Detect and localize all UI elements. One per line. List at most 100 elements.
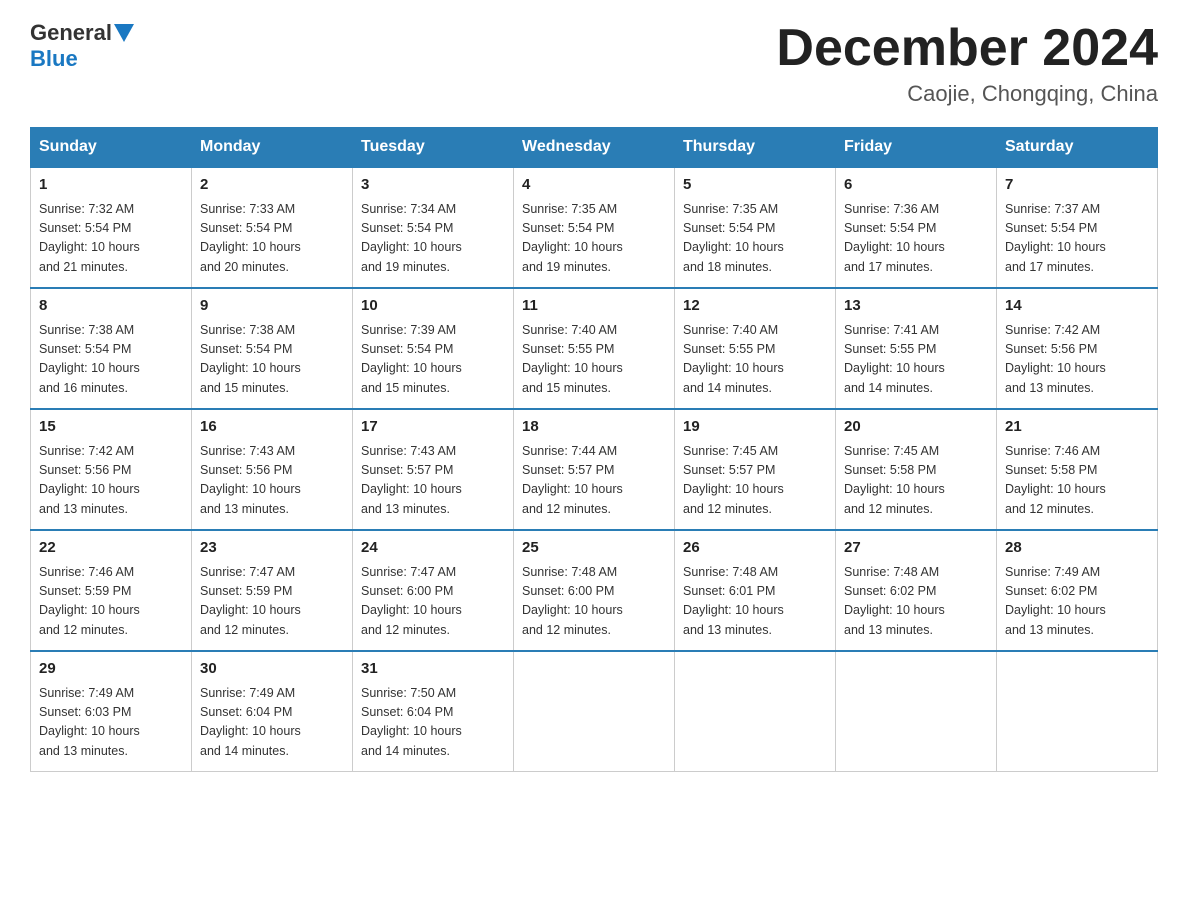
calendar-cell: 28 Sunrise: 7:49 AM Sunset: 6:02 PM Dayli… <box>997 530 1158 651</box>
calendar-header-row: SundayMondayTuesdayWednesdayThursdayFrid… <box>31 128 1158 168</box>
day-info: Sunrise: 7:48 AM Sunset: 6:01 PM Dayligh… <box>683 563 827 641</box>
day-info: Sunrise: 7:33 AM Sunset: 5:54 PM Dayligh… <box>200 200 344 278</box>
day-number: 11 <box>522 295 666 318</box>
logo-arrow-icon <box>114 24 134 42</box>
day-number: 21 <box>1005 416 1149 439</box>
day-info: Sunrise: 7:35 AM Sunset: 5:54 PM Dayligh… <box>683 200 827 278</box>
header-wednesday: Wednesday <box>514 128 675 168</box>
day-info: Sunrise: 7:45 AM Sunset: 5:57 PM Dayligh… <box>683 442 827 520</box>
day-number: 12 <box>683 295 827 318</box>
calendar-cell: 6Sunrise: 7:36 AM Sunset: 5:54 PM Daylig… <box>836 167 997 288</box>
day-number: 19 <box>683 416 827 439</box>
day-info: Sunrise: 7:41 AM Sunset: 5:55 PM Dayligh… <box>844 321 988 399</box>
day-info: Sunrise: 7:38 AM Sunset: 5:54 PM Dayligh… <box>200 321 344 399</box>
day-info: Sunrise: 7:50 AM Sunset: 6:04 PM Dayligh… <box>361 684 505 762</box>
day-number: 30 <box>200 658 344 681</box>
day-info: Sunrise: 7:45 AM Sunset: 5:58 PM Dayligh… <box>844 442 988 520</box>
calendar-cell: 31 Sunrise: 7:50 AM Sunset: 6:04 PM Dayli… <box>353 651 514 772</box>
calendar-cell: 12 Sunrise: 7:40 AM Sunset: 5:55 PM Dayli… <box>675 288 836 409</box>
calendar-cell: 19 Sunrise: 7:45 AM Sunset: 5:57 PM Dayli… <box>675 409 836 530</box>
day-number: 5 <box>683 174 827 197</box>
day-info: Sunrise: 7:49 AM Sunset: 6:03 PM Dayligh… <box>39 684 183 762</box>
day-info: Sunrise: 7:35 AM Sunset: 5:54 PM Dayligh… <box>522 200 666 278</box>
calendar-cell: 14 Sunrise: 7:42 AM Sunset: 5:56 PM Dayli… <box>997 288 1158 409</box>
day-number: 7 <box>1005 174 1149 197</box>
logo-blue-text: Blue <box>30 46 78 72</box>
calendar-cell <box>997 651 1158 772</box>
day-info: Sunrise: 7:36 AM Sunset: 5:54 PM Dayligh… <box>844 200 988 278</box>
calendar-cell <box>836 651 997 772</box>
day-number: 13 <box>844 295 988 318</box>
calendar-cell: 5 Sunrise: 7:35 AM Sunset: 5:54 PM Daylig… <box>675 167 836 288</box>
calendar-cell: 21 Sunrise: 7:46 AM Sunset: 5:58 PM Dayli… <box>997 409 1158 530</box>
calendar-cell <box>514 651 675 772</box>
title-area: December 2024 Caojie, Chongqing, China <box>776 20 1158 107</box>
day-info: Sunrise: 7:39 AM Sunset: 5:54 PM Dayligh… <box>361 321 505 399</box>
day-number: 1 <box>39 174 183 197</box>
calendar-cell: 16Sunrise: 7:43 AM Sunset: 5:56 PM Dayli… <box>192 409 353 530</box>
header-tuesday: Tuesday <box>353 128 514 168</box>
header-saturday: Saturday <box>997 128 1158 168</box>
day-number: 18 <box>522 416 666 439</box>
day-number: 22 <box>39 537 183 560</box>
day-number: 20 <box>844 416 988 439</box>
day-info: Sunrise: 7:42 AM Sunset: 5:56 PM Dayligh… <box>1005 321 1149 399</box>
calendar-cell: 25Sunrise: 7:48 AM Sunset: 6:00 PM Dayli… <box>514 530 675 651</box>
day-number: 2 <box>200 174 344 197</box>
calendar-week-4: 22 Sunrise: 7:46 AM Sunset: 5:59 PM Dayli… <box>31 530 1158 651</box>
calendar-cell: 4Sunrise: 7:35 AM Sunset: 5:54 PM Daylig… <box>514 167 675 288</box>
day-number: 26 <box>683 537 827 560</box>
day-info: Sunrise: 7:32 AM Sunset: 5:54 PM Dayligh… <box>39 200 183 278</box>
day-info: Sunrise: 7:38 AM Sunset: 5:54 PM Dayligh… <box>39 321 183 399</box>
calendar-cell: 18Sunrise: 7:44 AM Sunset: 5:57 PM Dayli… <box>514 409 675 530</box>
month-title: December 2024 <box>776 20 1158 77</box>
calendar-cell: 24 Sunrise: 7:47 AM Sunset: 6:00 PM Dayli… <box>353 530 514 651</box>
day-info: Sunrise: 7:48 AM Sunset: 6:02 PM Dayligh… <box>844 563 988 641</box>
calendar-cell: 17Sunrise: 7:43 AM Sunset: 5:57 PM Dayli… <box>353 409 514 530</box>
day-info: Sunrise: 7:34 AM Sunset: 5:54 PM Dayligh… <box>361 200 505 278</box>
day-number: 27 <box>844 537 988 560</box>
header-friday: Friday <box>836 128 997 168</box>
calendar-cell: 11 Sunrise: 7:40 AM Sunset: 5:55 PM Dayli… <box>514 288 675 409</box>
calendar-week-5: 29 Sunrise: 7:49 AM Sunset: 6:03 PM Dayli… <box>31 651 1158 772</box>
day-info: Sunrise: 7:40 AM Sunset: 5:55 PM Dayligh… <box>683 321 827 399</box>
calendar-cell: 13 Sunrise: 7:41 AM Sunset: 5:55 PM Dayli… <box>836 288 997 409</box>
calendar-cell: 23Sunrise: 7:47 AM Sunset: 5:59 PM Dayli… <box>192 530 353 651</box>
calendar-cell: 20 Sunrise: 7:45 AM Sunset: 5:58 PM Dayli… <box>836 409 997 530</box>
calendar-cell: 10 Sunrise: 7:39 AM Sunset: 5:54 PM Dayli… <box>353 288 514 409</box>
calendar-cell: 30 Sunrise: 7:49 AM Sunset: 6:04 PM Dayli… <box>192 651 353 772</box>
day-info: Sunrise: 7:40 AM Sunset: 5:55 PM Dayligh… <box>522 321 666 399</box>
calendar-week-3: 15 Sunrise: 7:42 AM Sunset: 5:56 PM Dayli… <box>31 409 1158 530</box>
calendar-week-1: 1 Sunrise: 7:32 AM Sunset: 5:54 PM Daylig… <box>31 167 1158 288</box>
day-number: 15 <box>39 416 183 439</box>
day-info: Sunrise: 7:46 AM Sunset: 5:58 PM Dayligh… <box>1005 442 1149 520</box>
logo: General Blue <box>30 20 136 72</box>
calendar-cell: 9 Sunrise: 7:38 AM Sunset: 5:54 PM Daylig… <box>192 288 353 409</box>
calendar-cell: 1 Sunrise: 7:32 AM Sunset: 5:54 PM Daylig… <box>31 167 192 288</box>
day-info: Sunrise: 7:49 AM Sunset: 6:04 PM Dayligh… <box>200 684 344 762</box>
calendar-week-2: 8 Sunrise: 7:38 AM Sunset: 5:54 PM Daylig… <box>31 288 1158 409</box>
calendar-cell: 8 Sunrise: 7:38 AM Sunset: 5:54 PM Daylig… <box>31 288 192 409</box>
day-number: 31 <box>361 658 505 681</box>
day-number: 3 <box>361 174 505 197</box>
day-number: 23 <box>200 537 344 560</box>
day-info: Sunrise: 7:47 AM Sunset: 6:00 PM Dayligh… <box>361 563 505 641</box>
day-number: 10 <box>361 295 505 318</box>
logo-general-text: General <box>30 20 112 46</box>
calendar-cell: 2 Sunrise: 7:33 AM Sunset: 5:54 PM Daylig… <box>192 167 353 288</box>
calendar-table: SundayMondayTuesdayWednesdayThursdayFrid… <box>30 127 1158 772</box>
day-info: Sunrise: 7:42 AM Sunset: 5:56 PM Dayligh… <box>39 442 183 520</box>
day-number: 29 <box>39 658 183 681</box>
day-number: 14 <box>1005 295 1149 318</box>
calendar-cell: 22 Sunrise: 7:46 AM Sunset: 5:59 PM Dayli… <box>31 530 192 651</box>
day-info: Sunrise: 7:46 AM Sunset: 5:59 PM Dayligh… <box>39 563 183 641</box>
day-number: 16 <box>200 416 344 439</box>
day-number: 9 <box>200 295 344 318</box>
header-monday: Monday <box>192 128 353 168</box>
day-number: 8 <box>39 295 183 318</box>
location-title: Caojie, Chongqing, China <box>776 81 1158 107</box>
day-number: 24 <box>361 537 505 560</box>
day-info: Sunrise: 7:49 AM Sunset: 6:02 PM Dayligh… <box>1005 563 1149 641</box>
day-number: 28 <box>1005 537 1149 560</box>
calendar-cell: 26 Sunrise: 7:48 AM Sunset: 6:01 PM Dayli… <box>675 530 836 651</box>
